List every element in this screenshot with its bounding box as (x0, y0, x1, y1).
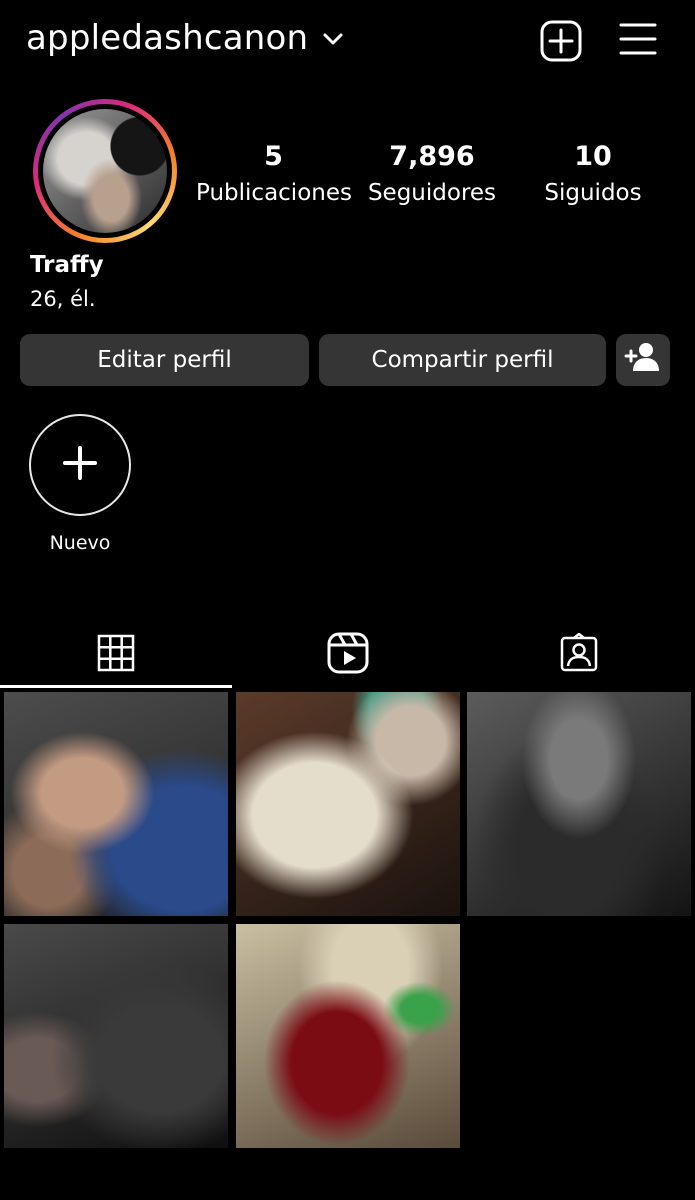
reels-icon (327, 632, 369, 678)
stat-posts[interactable]: 5 Publicaciones (196, 140, 352, 210)
account-switcher[interactable]: appledashcanon (26, 18, 344, 58)
post-thumbnail[interactable] (4, 692, 228, 916)
new-highlight-label: Nuevo (49, 532, 111, 554)
stat-value: 7,896 (389, 141, 475, 172)
stat-label: Siguidos (544, 180, 642, 206)
avatar[interactable] (33, 99, 177, 243)
hamburger-menu-icon[interactable] (618, 20, 658, 58)
avatar-image (43, 109, 167, 233)
tab-grid[interactable] (0, 624, 232, 686)
stat-label: Publicaciones (196, 180, 352, 206)
post-thumbnail[interactable] (467, 692, 691, 916)
post-thumbnail[interactable] (4, 924, 228, 1148)
profile-screen: appledashcanon 5 Publicaciones 7,896 Seg… (0, 0, 695, 1200)
grid-icon (97, 634, 135, 676)
edit-profile-button[interactable]: Editar perfil (20, 334, 309, 386)
post-thumbnail[interactable] (236, 692, 460, 916)
tagged-icon (559, 632, 599, 677)
post-thumbnail[interactable] (236, 924, 460, 1148)
stat-following[interactable]: 10 Siguidos (540, 140, 646, 210)
stat-followers[interactable]: 7,896 Seguidores (362, 140, 502, 210)
chevron-down-icon (322, 31, 344, 50)
stat-label: Seguidores (367, 180, 497, 206)
stat-value: 5 (264, 141, 283, 172)
add-person-button[interactable] (616, 334, 670, 386)
active-tab-indicator (0, 685, 232, 688)
share-profile-button[interactable]: Compartir perfil (319, 334, 606, 386)
stat-value: 10 (574, 141, 612, 172)
tab-tagged[interactable] (463, 624, 695, 686)
header: appledashcanon (0, 0, 695, 82)
username: appledashcanon (26, 18, 309, 58)
add-post-icon[interactable] (540, 20, 582, 62)
add-person-icon (624, 342, 662, 378)
tab-reels[interactable] (232, 624, 464, 686)
plus-icon (63, 446, 97, 484)
display-name: Traffy (30, 252, 104, 278)
bio-text: 26, él. (30, 287, 96, 311)
new-highlight-button[interactable] (29, 414, 131, 516)
